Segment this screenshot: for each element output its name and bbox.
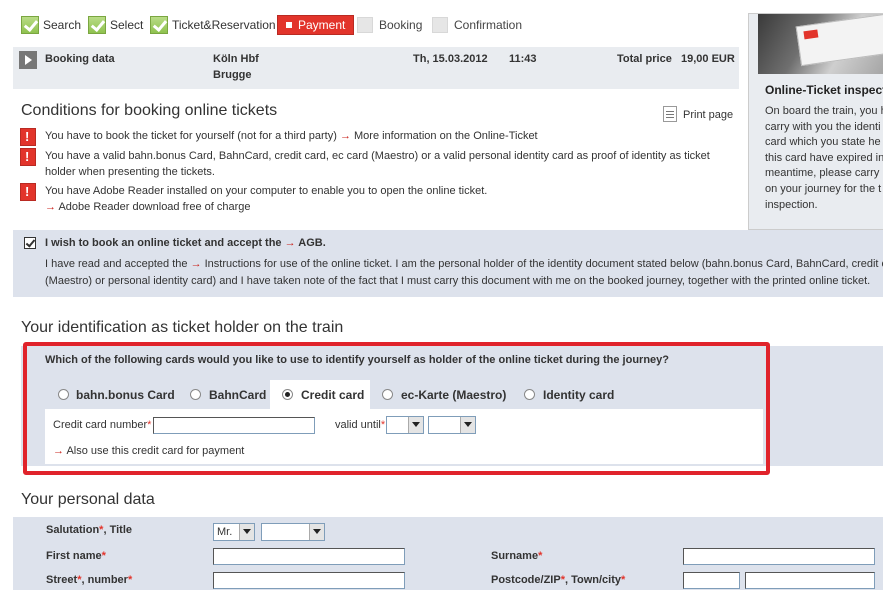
first-name-label: First name* [46,550,106,562]
step-label: Payment [298,18,346,32]
accept-text: I have read and accepted the [45,258,188,270]
step-label: Confirmation [454,18,523,32]
sidebar-title: Online-Ticket inspect [765,83,883,97]
more-info-link[interactable]: More information on the Online-Ticket [354,130,538,142]
street-label: Street [46,574,78,586]
condition-item: You have a valid bahn.bonus Card, BahnCa… [45,148,710,180]
accept-details: I have read and accepted the → Instructi… [45,256,883,290]
online-ticket-info-panel: Online-Ticket inspect On board the train… [748,13,883,230]
booking-from: Köln Hbf [213,53,259,65]
title-label: Title [109,524,132,536]
number-label: number [87,574,128,586]
town-label: Town/city [571,574,622,586]
sidebar-line: card which you state he [765,136,881,149]
sidebar-text: On board the train, you h carry with you… [765,104,883,213]
print-page-link[interactable]: Print page [683,109,733,121]
pending-box-icon [432,17,448,33]
arrow-right-icon: → [190,258,202,270]
step-search[interactable]: Search [21,14,81,36]
print-icon[interactable] [663,106,677,122]
ticket-image [795,14,883,67]
instructions-link[interactable]: Instructions for use of the online ticke… [205,258,393,270]
step-label: Ticket&Reservation [172,18,276,32]
step-label: Search [43,18,82,32]
ticket-photo [758,14,883,74]
postcode-town-label: Postcode/ZIP*, Town/city* [491,574,626,586]
select-value: Mr. [217,526,233,538]
chevron-down-icon [239,524,254,540]
accept-text: (Maestro) or personal identity card) and… [45,275,871,287]
identification-title: Your identification as ticket holder on … [21,319,344,336]
street-number-label: Street*, number* [46,574,133,586]
sidebar-line: on your journey for the t [765,182,882,195]
booking-time: 11:43 [509,53,537,65]
agb-link[interactable]: AGB. [298,237,326,249]
warning-icon [20,148,36,166]
condition-item: You have Adobe Reader installed on your … [45,183,487,215]
total-price-label: Total price [617,53,672,65]
salutation-label: Salutation [46,524,100,536]
check-icon [88,16,106,34]
step-payment: Payment [277,14,355,36]
check-icon [150,16,168,34]
condition-text: You have a valid bahn.bonus Card, BahnCa… [45,150,710,162]
first-name-input[interactable] [213,548,405,565]
conditions-title: Conditions for booking online tickets [21,102,278,119]
booking-label: Booking data [45,53,115,65]
condition-text: You have Adobe Reader installed on your … [45,185,488,197]
booking-date: Th, 15.03.2012 [413,53,488,65]
surname-label: Surname* [491,550,543,562]
step-label: Booking [379,18,423,32]
surname-label-text: Surname [491,550,539,562]
step-select[interactable]: Select [88,14,143,36]
adobe-download-link[interactable]: Adobe Reader download free of charge [58,201,250,213]
town-input[interactable] [745,572,875,589]
step-label: Select [110,18,144,32]
street-input[interactable] [213,572,405,589]
pending-box-icon [357,17,373,33]
warning-icon [20,128,36,146]
sidebar-line: this card have expired in [765,151,883,164]
accept-checkbox[interactable] [24,237,36,249]
highlight-frame [23,342,770,475]
booking-to: Brugge [213,69,252,81]
accept-label: I wish to book an online ticket and acce… [45,237,326,249]
surname-input[interactable] [683,548,875,565]
salutation-select[interactable]: Mr. [213,523,255,541]
sidebar-line: inspection. [765,198,818,211]
step-ticket-reservation[interactable]: Ticket&Reservation [150,14,276,36]
sidebar-line: On board the train, you h [765,105,883,117]
step-booking: Booking [357,14,422,36]
arrow-right-icon: → [45,201,56,213]
step-confirmation: Confirmation [432,14,522,36]
personal-data-title: Your personal data [21,491,155,508]
total-price-value: 19,00 EUR [681,53,735,65]
title-select[interactable] [261,523,325,541]
square-icon [286,22,292,28]
postcode-input[interactable] [683,572,740,589]
condition-item: You have to book the ticket for yourself… [45,128,538,144]
accept-terms-block: I wish to book an online ticket and acce… [13,230,883,297]
chevron-right-icon[interactable] [19,51,37,69]
accept-text: I am the personal holder of the identity… [395,258,883,270]
sidebar-line: carry with you the identi [765,120,881,133]
check-icon [21,16,39,34]
sidebar-line: meantime, please carry i [765,167,883,180]
chevron-down-icon [309,524,324,540]
condition-text: holder when presenting the tickets. [45,166,215,178]
accept-label-text: I wish to book an online ticket and acce… [45,237,282,249]
condition-text: You have to book the ticket for yourself… [45,130,337,142]
salutation-title-label: Salutation*, Title [46,524,132,536]
arrow-right-icon: → [339,130,351,142]
first-name-label-text: First name [46,550,102,562]
arrow-right-icon: → [284,237,296,249]
warning-icon [20,183,36,201]
booking-data-bar: Booking data Köln Hbf Brugge Th, 15.03.2… [13,47,739,89]
postcode-label: Postcode/ZIP [491,574,561,586]
